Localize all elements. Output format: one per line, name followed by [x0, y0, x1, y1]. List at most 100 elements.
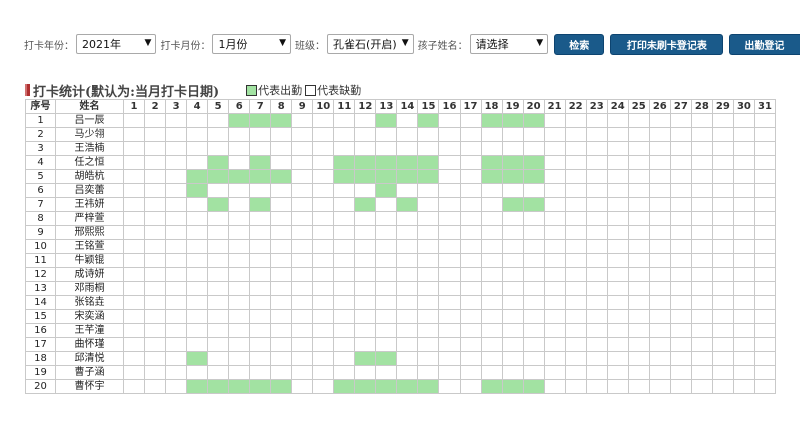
header-day: 29: [711, 99, 734, 114]
attendance-cell-present: [186, 351, 209, 366]
attendance-cell: [732, 197, 755, 212]
attendance-cell: [354, 267, 377, 282]
header-day: 15: [417, 99, 440, 114]
attendance-cell: [270, 127, 293, 142]
attendance-cell: [438, 183, 461, 198]
attendance-cell: [627, 253, 650, 268]
month-select[interactable]: 1月份 ▼: [212, 34, 292, 54]
year-select[interactable]: 2021年 ▼: [76, 34, 157, 54]
attendance-cell: [732, 253, 755, 268]
attendance-cell: [459, 113, 482, 128]
filter-bar: 打卡年份： 2021年 ▼ 打卡月份： 1月份 ▼ 班级： 孔雀石(开启) ▼ …: [0, 32, 800, 56]
attendance-cell: [690, 253, 713, 268]
attendance-cell: [459, 127, 482, 142]
header-day: 1: [122, 99, 146, 114]
attendance-cell: [627, 169, 650, 184]
attendance-cell: [480, 337, 503, 352]
attendance-cell: [354, 183, 377, 198]
attendance-cell: [438, 267, 461, 282]
attendance-cell: [585, 365, 608, 380]
header-day: 25: [627, 99, 650, 114]
attendance-cell: [522, 365, 545, 380]
attendance-cell-present: [333, 155, 356, 170]
table-row: 16 王芊潼: [25, 323, 776, 338]
attendance-cell: [711, 197, 734, 212]
attendance-cell: [122, 239, 146, 254]
attendance-cell: [690, 225, 713, 240]
attendance-cell: [291, 113, 314, 128]
attendance-cell: [122, 225, 146, 240]
attendance-cell-present: [522, 113, 545, 128]
attendance-cell-present: [522, 155, 545, 170]
attendance-cell: [564, 323, 587, 338]
header-day: 9: [291, 99, 314, 114]
attendance-cell: [732, 141, 755, 156]
attendance-cell: [165, 309, 188, 324]
attendance-cell: [333, 365, 356, 380]
attendance-cell-present: [375, 169, 398, 184]
child-select[interactable]: 请选择 ▼: [469, 34, 549, 54]
attendance-cell-present: [354, 379, 377, 394]
attendance-cell: [606, 365, 629, 380]
class-select[interactable]: 孔雀石(开启) ▼: [327, 34, 414, 54]
attendance-cell: [186, 141, 209, 156]
attendance-cell: [291, 211, 314, 226]
attendance-cell: [249, 225, 272, 240]
attendance-cell: [396, 211, 419, 226]
attendance-cell: [648, 113, 671, 128]
attendance-cell: [312, 337, 335, 352]
attendance-cell: [207, 351, 230, 366]
attendance-cell: [144, 197, 167, 212]
search-button[interactable]: 检索: [554, 33, 605, 55]
row-number: 3: [25, 141, 56, 156]
attendance-cell: [270, 239, 293, 254]
attendance-cell-present: [480, 169, 503, 184]
attendance-cell: [375, 281, 398, 296]
attendance-cell: [417, 281, 440, 296]
attendance-cell: [648, 281, 671, 296]
attendance-cell-present: [522, 379, 545, 394]
attendance-register-button[interactable]: 出勤登记: [729, 33, 800, 55]
table-row: 4 任之恒: [25, 155, 776, 170]
child-name: 马少翎: [55, 127, 124, 142]
header-day: 11: [333, 99, 356, 114]
attendance-cell: [144, 295, 167, 310]
attendance-cell: [144, 253, 167, 268]
attendance-cell: [144, 155, 167, 170]
attendance-cell: [165, 183, 188, 198]
attendance-cell: [753, 155, 776, 170]
attendance-cell: [648, 155, 671, 170]
attendance-cell-present: [480, 155, 503, 170]
attendance-cell: [333, 239, 356, 254]
attendance-cell: [333, 253, 356, 268]
attendance-cell: [732, 155, 755, 170]
attendance-cell: [144, 239, 167, 254]
attendance-cell: [669, 211, 692, 226]
attendance-cell: [711, 253, 734, 268]
attendance-cell: [354, 323, 377, 338]
attendance-cell: [249, 323, 272, 338]
attendance-cell-present: [522, 169, 545, 184]
attendance-cell: [312, 113, 335, 128]
header-day: 21: [543, 99, 566, 114]
attendance-cell-present: [396, 379, 419, 394]
attendance-cell: [711, 379, 734, 394]
attendance-cell: [333, 281, 356, 296]
print-unswiped-button[interactable]: 打印未刷卡登记表: [610, 33, 724, 55]
attendance-cell: [228, 267, 251, 282]
attendance-cell: [122, 337, 146, 352]
attendance-cell: [333, 225, 356, 240]
attendance-cell: [669, 365, 692, 380]
child-name: 王芊潼: [55, 323, 124, 338]
row-number: 14: [25, 295, 56, 310]
attendance-cell-present: [207, 197, 230, 212]
attendance-cell: [564, 197, 587, 212]
row-number: 18: [25, 351, 56, 366]
attendance-cell: [186, 281, 209, 296]
attendance-cell: [732, 225, 755, 240]
attendance-cell: [480, 239, 503, 254]
child-name: 吕奕蕾: [55, 183, 124, 198]
attendance-cell: [122, 113, 146, 128]
attendance-cell: [585, 183, 608, 198]
attendance-cell: [732, 113, 755, 128]
